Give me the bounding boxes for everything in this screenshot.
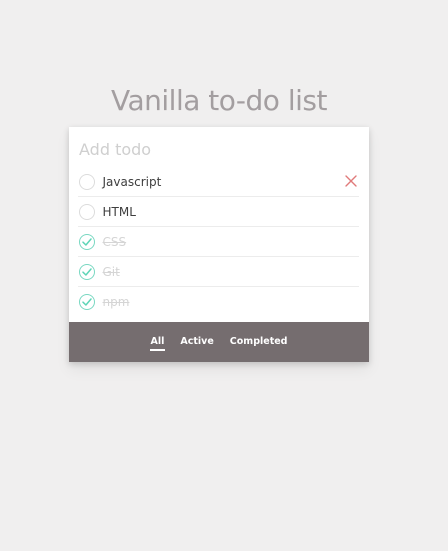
todo-toggle[interactable] xyxy=(78,294,95,310)
todo-label[interactable]: Javascript xyxy=(103,175,162,189)
todo-toggle[interactable] xyxy=(78,263,95,280)
filter-all[interactable]: All xyxy=(149,334,166,351)
todo-toggle[interactable] xyxy=(78,173,95,190)
delete-button[interactable] xyxy=(345,175,357,187)
todo-card: Javascript HTML CSS Git xyxy=(69,127,369,362)
todo-item: CSS xyxy=(78,227,359,257)
new-todo-input[interactable] xyxy=(69,127,369,167)
check-icon xyxy=(81,267,92,276)
todo-item: Javascript xyxy=(78,167,359,197)
todo-item: Git xyxy=(78,257,359,287)
close-icon xyxy=(345,175,357,187)
check-icon xyxy=(81,298,92,306)
filter-completed[interactable]: Completed xyxy=(229,334,289,351)
check-icon xyxy=(81,237,92,246)
todo-item: HTML xyxy=(78,197,359,227)
todo-label[interactable]: npm xyxy=(103,295,130,309)
todo-toggle[interactable] xyxy=(78,233,95,250)
todo-item: npm xyxy=(78,287,359,317)
todo-label[interactable]: HTML xyxy=(103,205,136,219)
filter-bar: All Active Completed xyxy=(69,322,369,362)
todo-list: Javascript HTML CSS Git npm xyxy=(78,167,359,317)
filter-active[interactable]: Active xyxy=(179,334,214,351)
todo-label[interactable]: CSS xyxy=(103,235,127,249)
todo-label[interactable]: Git xyxy=(103,265,120,279)
todo-toggle[interactable] xyxy=(78,203,95,220)
app-title: Vanilla to-do list xyxy=(111,84,327,117)
